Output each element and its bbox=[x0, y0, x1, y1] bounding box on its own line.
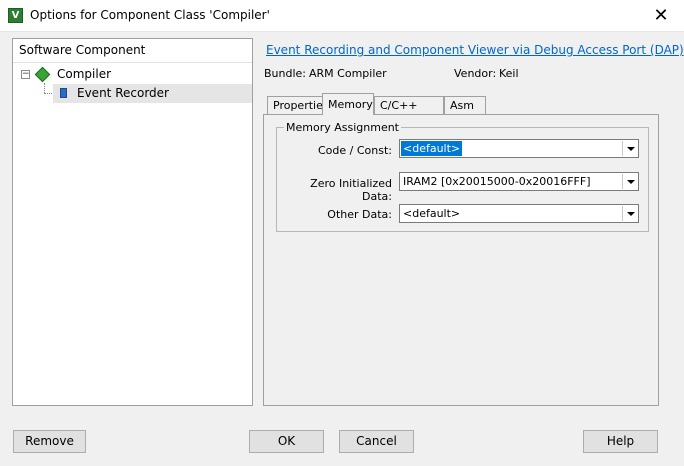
component-description-link[interactable]: Event Recording and Component Viewer via… bbox=[266, 43, 684, 57]
remove-button[interactable]: Remove bbox=[13, 430, 86, 453]
component-tree[interactable]: Software Component − Compiler Event Reco… bbox=[12, 38, 253, 406]
vendor-label: Vendor: bbox=[454, 67, 497, 80]
dropdown-button[interactable] bbox=[622, 141, 637, 156]
title-bar: V Options for Component Class 'Compiler'… bbox=[0, 0, 684, 32]
tab-properties[interactable]: Properties bbox=[267, 96, 329, 114]
chevron-down-icon bbox=[627, 212, 635, 216]
tree-connector bbox=[44, 83, 45, 93]
group-label: Memory Assignment bbox=[284, 121, 401, 134]
zero-init-data-label: Zero Initialized Data: bbox=[310, 177, 392, 203]
component-cube-icon bbox=[60, 88, 67, 98]
code-const-label: Code / Const: bbox=[318, 144, 392, 157]
other-data-value: <default> bbox=[403, 207, 461, 220]
tree-item-compiler[interactable]: Compiler bbox=[13, 65, 252, 84]
bundle-value: ARM Compiler bbox=[309, 67, 387, 80]
tab-memory[interactable]: Memory bbox=[322, 93, 374, 115]
help-button[interactable]: Help bbox=[583, 430, 658, 453]
dropdown-button[interactable] bbox=[622, 206, 637, 221]
code-const-select[interactable]: <default> bbox=[399, 139, 639, 158]
keil-uvision-icon: V bbox=[8, 8, 23, 23]
tree-item-event-recorder[interactable]: Event Recorder bbox=[53, 84, 252, 103]
code-const-value: <default> bbox=[401, 141, 463, 156]
vendor-value: Keil bbox=[499, 67, 519, 80]
other-data-select[interactable]: <default> bbox=[399, 204, 639, 223]
tree-item-label: Event Recorder bbox=[77, 86, 169, 100]
other-data-label: Other Data: bbox=[327, 208, 392, 221]
tree-header: Software Component bbox=[13, 39, 252, 63]
ok-button[interactable]: OK bbox=[249, 430, 324, 453]
chevron-down-icon bbox=[627, 180, 635, 184]
tree-item-label: Compiler bbox=[57, 67, 112, 81]
close-icon[interactable]: ✕ bbox=[638, 0, 684, 31]
zero-init-data-value: IRAM2 [0x20015000-0x20016FFF] bbox=[403, 175, 591, 188]
bundle-label: Bundle: bbox=[264, 67, 307, 80]
window-title: Options for Component Class 'Compiler' bbox=[30, 8, 270, 22]
tab-cpp-ac6[interactable]: C/C++ (AC6) bbox=[374, 96, 444, 130]
chevron-down-icon bbox=[627, 147, 635, 151]
dropdown-button[interactable] bbox=[622, 174, 637, 189]
memory-tab-panel: Memory Assignment Code / Const: <default… bbox=[263, 114, 659, 406]
cancel-button[interactable]: Cancel bbox=[339, 430, 414, 453]
component-diamond-icon bbox=[34, 66, 51, 83]
zero-init-data-select[interactable]: IRAM2 [0x20015000-0x20016FFF] bbox=[399, 172, 639, 191]
tab-asm[interactable]: Asm bbox=[444, 96, 486, 114]
memory-assignment-group: Memory Assignment Code / Const: <default… bbox=[276, 121, 649, 232]
